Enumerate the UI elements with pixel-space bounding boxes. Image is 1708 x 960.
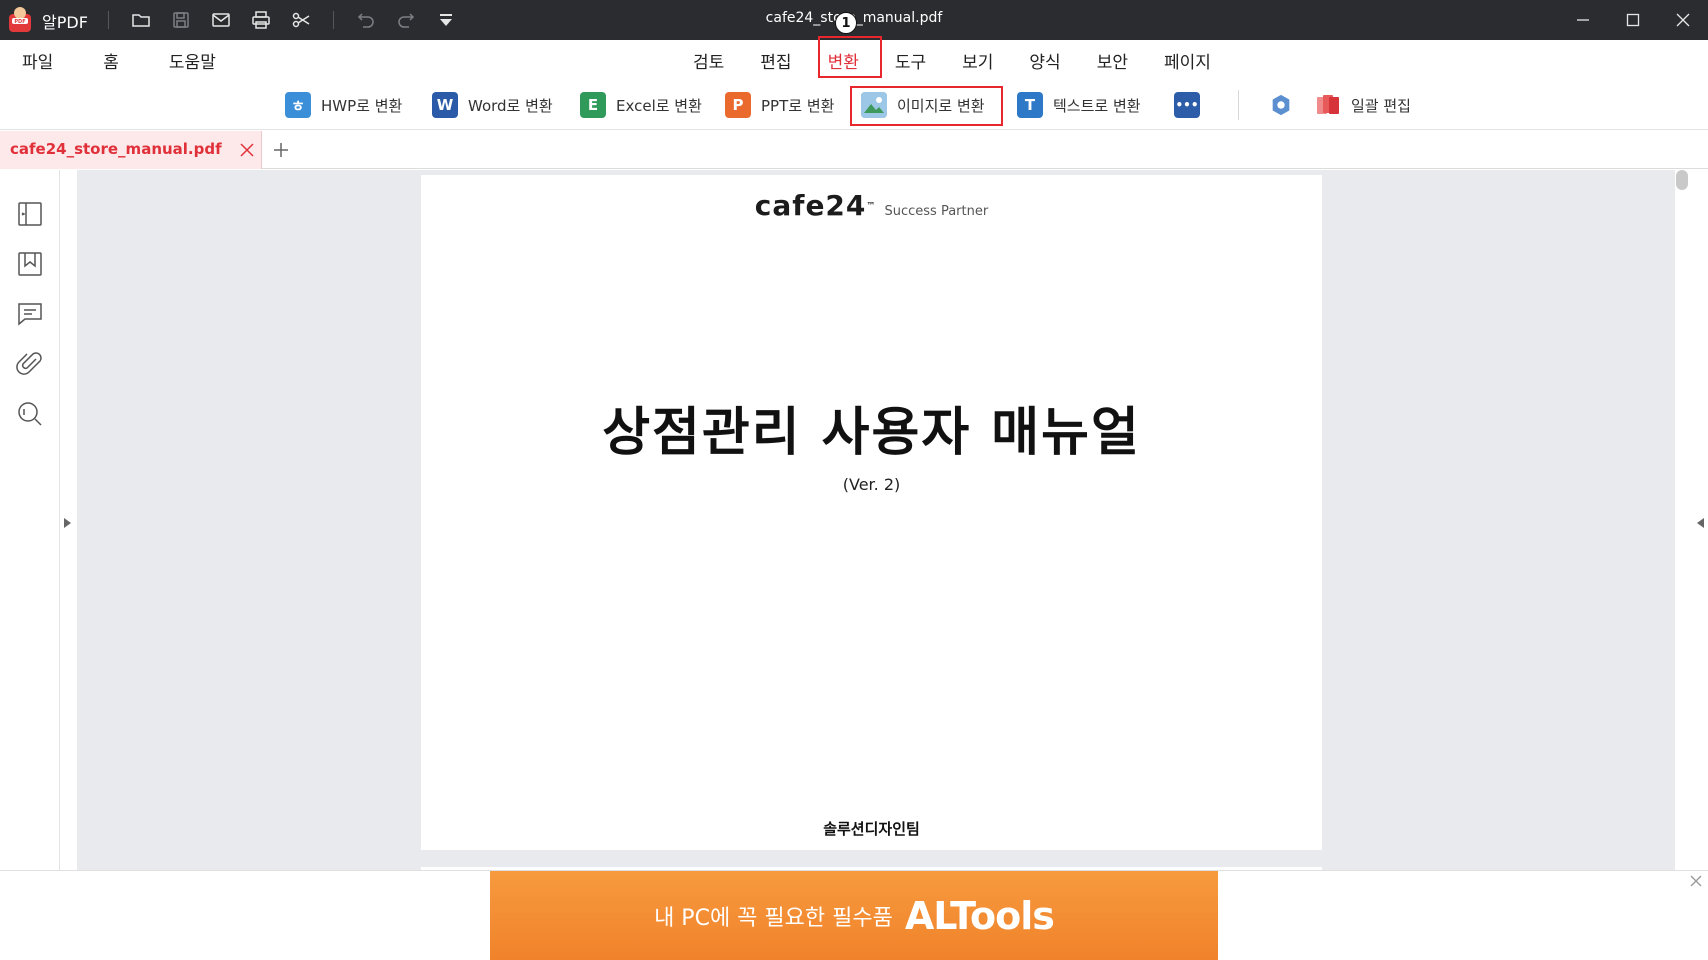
more-icon: ••• (1174, 92, 1200, 118)
document-version: (Ver. 2) (842, 475, 901, 494)
convert-to-text-label: 텍스트로 변환 (1053, 96, 1141, 115)
new-tab-plus-icon[interactable] (268, 137, 294, 163)
convert-to-hwp-button[interactable]: ㅎ HWP로 변환 (285, 90, 402, 120)
batch-edit-label: 일괄 편집 (1351, 96, 1411, 115)
pdf-page: cafe24™ Success Partner 상점관리 사용자 매뉴얼 (Ve… (421, 175, 1322, 850)
convert-to-word-label: Word로 변환 (468, 96, 553, 115)
toolbar-divider (108, 11, 109, 29)
convert-to-ppt-button[interactable]: P PPT로 변환 (725, 90, 834, 120)
ad-close-icon[interactable] (1688, 873, 1704, 889)
hwp-icon: ㅎ (285, 92, 311, 118)
menu-view[interactable]: 보기 (962, 48, 993, 73)
convert-to-ppt-label: PPT로 변환 (761, 96, 835, 115)
menu-page[interactable]: 페이지 (1164, 48, 1211, 73)
tab-close-icon[interactable] (238, 141, 256, 159)
thumbnail-panel-icon[interactable] (16, 200, 44, 228)
left-side-rail (0, 170, 60, 870)
menu-form[interactable]: 양식 (1029, 48, 1060, 73)
search-icon[interactable] (16, 400, 44, 428)
minimize-button[interactable] (1558, 0, 1608, 40)
hexagon-settings-icon (1268, 92, 1294, 118)
ad-text: 내 PC에 꼭 필요한 필수품 (654, 906, 893, 931)
more-convert-button[interactable]: ••• (1174, 90, 1210, 120)
menu-tools[interactable]: 도구 (895, 48, 926, 73)
svg-text:PDF: PDF (14, 19, 25, 25)
quick-access-toolbar (96, 10, 466, 30)
highlight-box-image-convert (850, 86, 1003, 126)
highlight-box-convert-menu (818, 36, 882, 78)
batch-edit-icon (1315, 92, 1341, 118)
cafe24-logo: cafe24 (754, 189, 867, 222)
bookmark-icon[interactable] (16, 250, 44, 278)
text-icon: T (1017, 92, 1043, 118)
document-viewer: cafe24™ Success Partner 상점관리 사용자 매뉴얼 (Ve… (77, 170, 1675, 887)
ad-area: 내 PC에 꼭 필요한 필수품 ALTools (0, 870, 1708, 960)
scissors-icon[interactable] (290, 9, 312, 31)
alpdf-logo-icon: PDF (6, 6, 34, 34)
settings-button[interactable] (1268, 90, 1294, 120)
convert-to-excel-label: Excel로 변환 (616, 96, 702, 115)
document-main-title: 상점관리 사용자 매뉴얼 (602, 403, 1141, 463)
menu-home[interactable]: 홈 (103, 48, 119, 73)
expand-left-panel-icon[interactable] (62, 514, 72, 528)
expand-right-panel-icon[interactable] (1696, 514, 1706, 528)
menu-security[interactable]: 보안 (1097, 48, 1128, 73)
print-icon[interactable] (250, 9, 272, 31)
comment-icon[interactable] (16, 300, 44, 328)
word-icon: W (432, 92, 458, 118)
menu-edit[interactable]: 편집 (760, 48, 791, 73)
document-tab-label: cafe24_store_manual.pdf (10, 140, 222, 158)
mail-icon[interactable] (210, 9, 232, 31)
convert-to-text-button[interactable]: T 텍스트로 변환 (1017, 90, 1141, 120)
trademark-mark: ™ (866, 201, 876, 212)
document-team: 솔루션디자인팀 (823, 820, 920, 838)
convert-to-excel-button[interactable]: E Excel로 변환 (580, 90, 702, 120)
close-button[interactable] (1658, 0, 1708, 40)
convert-to-word-button[interactable]: W Word로 변환 (432, 90, 553, 120)
batch-edit-button[interactable]: 일괄 편집 (1315, 90, 1411, 120)
cafe24-brand: cafe24™ Success Partner (421, 189, 1322, 222)
save-icon[interactable] (170, 9, 192, 31)
redo-icon[interactable] (395, 9, 417, 31)
excel-icon: E (580, 92, 606, 118)
ad-brand: ALTools (904, 894, 1055, 938)
step-1-badge: 1 (835, 12, 857, 34)
window-controls (1558, 0, 1708, 40)
document-tab[interactable]: cafe24_store_manual.pdf (0, 131, 262, 169)
brand-tagline: Success Partner (884, 204, 989, 219)
ribbon-divider (1238, 90, 1239, 120)
convert-to-hwp-label: HWP로 변환 (321, 96, 403, 115)
scrollbar-thumb[interactable] (1676, 170, 1688, 190)
undo-icon[interactable] (355, 9, 377, 31)
document-tab-bar: cafe24_store_manual.pdf (0, 131, 1708, 169)
menu-help[interactable]: 도움말 (169, 48, 216, 73)
ppt-icon: P (725, 92, 751, 118)
menu-review[interactable]: 검토 (693, 48, 724, 73)
attachment-icon[interactable] (16, 350, 44, 378)
open-folder-icon[interactable] (130, 9, 152, 31)
maximize-button[interactable] (1608, 0, 1658, 40)
customize-dropdown-icon[interactable] (435, 9, 457, 31)
menu-file[interactable]: 파일 (22, 48, 53, 73)
altools-ad-banner[interactable]: 내 PC에 꼭 필요한 필수품 ALTools (490, 871, 1218, 960)
app-name: 알PDF (42, 13, 88, 32)
toolbar-divider (333, 11, 334, 29)
